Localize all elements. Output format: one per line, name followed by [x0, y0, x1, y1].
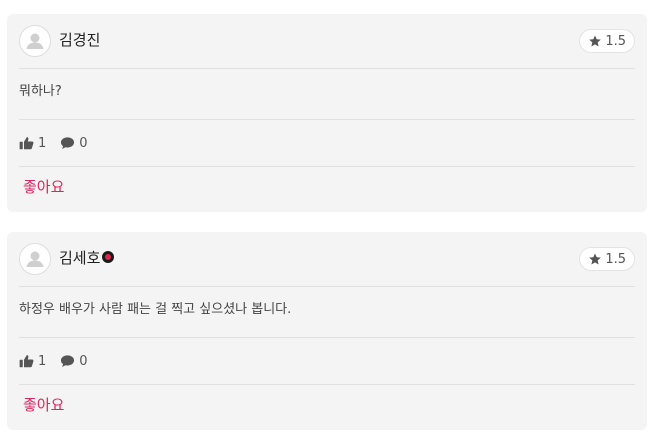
avatar[interactable]: [19, 25, 51, 57]
author-name[interactable]: 김경진: [59, 30, 100, 50]
like-count: 1: [19, 136, 46, 151]
rating-badge: 1.5: [579, 247, 635, 271]
comment-card: 김세호 1.5 하정우 배우가 사람 패는 걸 찍고 싶으셨나 봅니다. 1 0…: [7, 232, 647, 430]
like-button[interactable]: 좋아요: [23, 176, 64, 198]
verified-badge-icon: [102, 251, 115, 263]
comment-text: 뭐하나?: [19, 84, 62, 99]
rating-value: 1.5: [605, 251, 626, 267]
author-name[interactable]: 김세호: [59, 248, 115, 268]
like-button[interactable]: 좋아요: [23, 394, 64, 416]
comment-header: 김세호 1.5: [19, 232, 635, 287]
thumbs-up-icon: [19, 137, 34, 150]
speech-bubble-icon: [61, 355, 75, 367]
reply-count: 0: [60, 353, 88, 369]
comment-text: 하정우 배우가 사람 패는 걸 찍고 싶으셨나 봅니다.: [19, 302, 292, 317]
comment-header: 김경진 1.5: [19, 14, 635, 69]
reply-count-value: 0: [79, 353, 88, 369]
like-count: 1: [19, 354, 46, 369]
like-count-value: 1: [38, 353, 47, 369]
reply-count: 0: [60, 135, 88, 151]
comment-stats: 1 0: [19, 120, 635, 167]
avatar[interactable]: [19, 243, 51, 275]
user-silhouette-icon: [26, 33, 44, 49]
rating-value: 1.5: [605, 33, 626, 49]
user-silhouette-icon: [26, 251, 44, 267]
speech-bubble-icon: [61, 137, 75, 149]
star-icon: [588, 252, 602, 266]
author-name-text: 김경진: [59, 31, 101, 49]
rating-badge: 1.5: [579, 29, 635, 53]
comment-card: 김경진 1.5 뭐하나? 1 0 좋아요: [7, 14, 647, 212]
thumbs-up-icon: [19, 355, 34, 368]
comment-body: 뭐하나?: [19, 68, 635, 120]
author-name-text: 김세호: [59, 249, 101, 267]
comment-stats: 1 0: [19, 338, 635, 385]
reply-count-value: 0: [79, 135, 88, 151]
star-icon: [588, 34, 602, 48]
like-count-value: 1: [38, 135, 47, 151]
comment-body: 하정우 배우가 사람 패는 걸 찍고 싶으셨나 봅니다.: [19, 286, 635, 338]
